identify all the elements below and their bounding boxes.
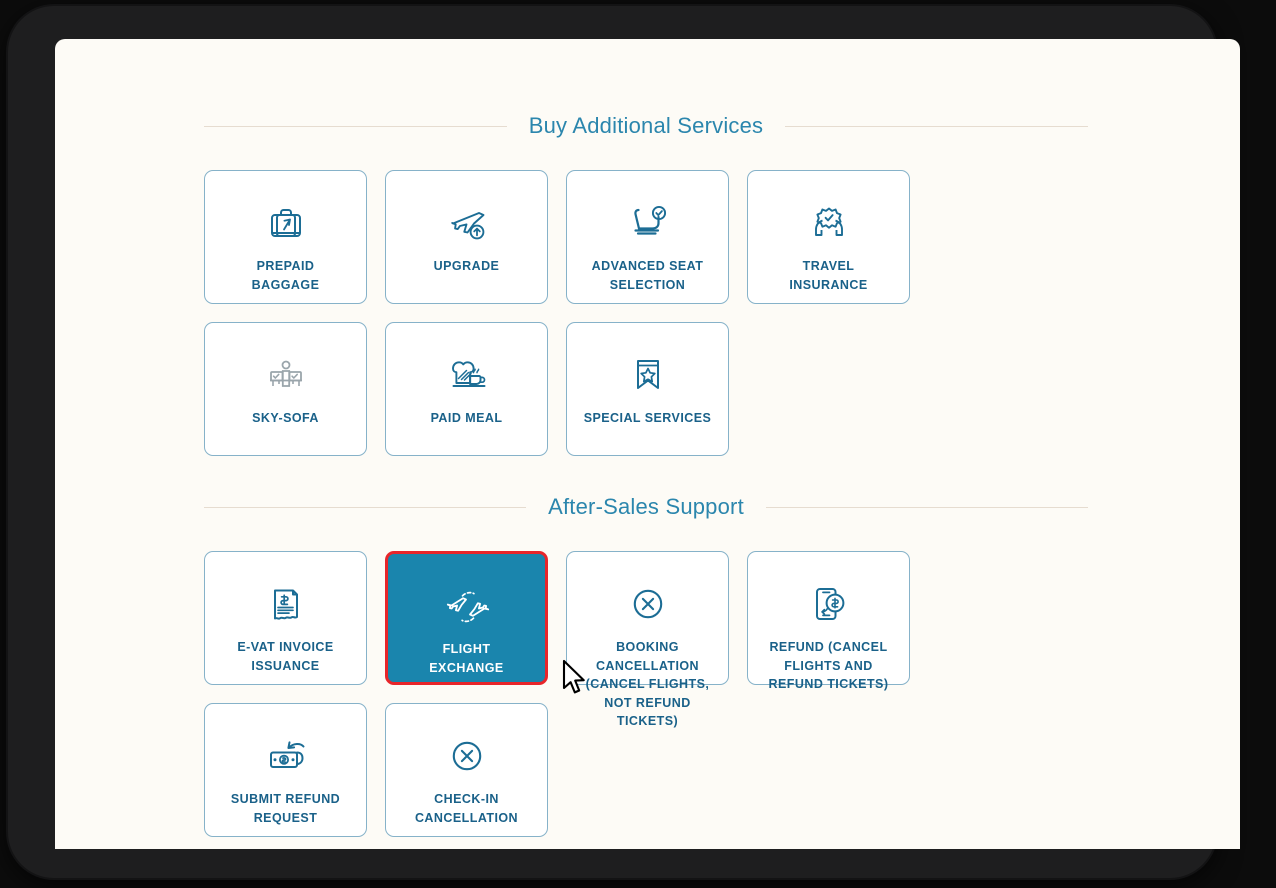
- page-surface: Buy Additional Services PREPAID BAGGAGE U…: [55, 39, 1240, 849]
- section-heading-after-sales-support: After-Sales Support: [204, 494, 1089, 520]
- shield-hands-icon: [806, 201, 852, 245]
- service-tile[interactable]: FLIGHT EXCHANGE: [385, 551, 548, 685]
- service-tile[interactable]: SUBMIT REFUND REQUEST: [204, 703, 367, 837]
- services-content-area: Buy Additional Services PREPAID BAGGAGE U…: [204, 39, 1089, 849]
- plane-upgrade-icon: [444, 201, 490, 245]
- tile-grid-after-sales-support: E-VAT INVOICE ISSUANCE FLIGHT EXCHANGE BOO…: [204, 551, 1088, 837]
- service-tile[interactable]: PREPAID BAGGAGE: [204, 170, 367, 304]
- service-tile[interactable]: PAID MEAL: [385, 322, 548, 456]
- service-tile-label: SUBMIT REFUND REQUEST: [230, 792, 341, 825]
- service-tile-label: E-VAT INVOICE ISSUANCE: [237, 640, 334, 673]
- suitcase-icon: [263, 201, 309, 245]
- section-title: After-Sales Support: [548, 494, 744, 519]
- service-tile[interactable]: TRAVEL INSURANCE: [747, 170, 910, 304]
- cash-return-icon: [263, 734, 309, 778]
- service-tile-label: PAID MEAL: [430, 411, 503, 425]
- mobile-refund-icon: [806, 582, 852, 626]
- device-bezel: Buy Additional Services PREPAID BAGGAGE U…: [8, 6, 1240, 878]
- service-tile-label: PREPAID BAGGAGE: [251, 259, 320, 292]
- service-tile-label: ADVANCED SEAT SELECTION: [591, 259, 704, 292]
- section-heading-buy-additional-services: Buy Additional Services: [204, 113, 1089, 139]
- service-tile-label: CHECK-IN CANCELLATION: [414, 792, 519, 825]
- service-tile[interactable]: CHECK-IN CANCELLATION: [385, 703, 548, 837]
- heading-rule-right: [785, 125, 1089, 127]
- circle-x-icon: [444, 734, 490, 778]
- sky-sofa-icon: [263, 353, 309, 397]
- service-tile-label: SPECIAL SERVICES: [583, 411, 712, 425]
- heading-rule-right: [765, 506, 1089, 508]
- service-tile-label: REFUND (CANCEL FLIGHTS AND REFUND TICKET…: [768, 640, 889, 692]
- seat-check-icon: [625, 201, 671, 245]
- service-tile[interactable]: REFUND (CANCEL FLIGHTS AND REFUND TICKET…: [747, 551, 910, 691]
- service-tile[interactable]: BOOKING CANCELLATION (CANCEL FLIGHTS, NO…: [566, 551, 729, 728]
- heading-rule-left: [204, 506, 527, 508]
- service-tile[interactable]: SKY-SOFA: [204, 322, 367, 456]
- service-tile-label: BOOKING CANCELLATION (CANCEL FLIGHTS, NO…: [585, 640, 710, 729]
- service-tile[interactable]: E-VAT INVOICE ISSUANCE: [204, 551, 367, 685]
- service-tile[interactable]: UPGRADE: [385, 170, 548, 304]
- flight-exchange-icon: [444, 584, 490, 628]
- section-title: Buy Additional Services: [528, 113, 764, 138]
- invoice-dollar-icon: [263, 582, 309, 626]
- meal-icon: [444, 353, 490, 397]
- service-tile-label: TRAVEL INSURANCE: [789, 259, 868, 292]
- heading-rule-left: [204, 125, 507, 127]
- service-tile[interactable]: ADVANCED SEAT SELECTION: [566, 170, 729, 304]
- bookmark-star-icon: [625, 353, 671, 397]
- tile-grid-buy-additional-services: PREPAID BAGGAGE UPGRADE ADVANCED SEAT SELE…: [204, 170, 1088, 456]
- service-tile[interactable]: SPECIAL SERVICES: [566, 322, 729, 456]
- service-tile-label: FLIGHT EXCHANGE: [429, 642, 504, 675]
- service-tile-label: UPGRADE: [433, 259, 500, 273]
- circle-x-icon: [625, 582, 671, 626]
- service-tile-label: SKY-SOFA: [252, 411, 319, 425]
